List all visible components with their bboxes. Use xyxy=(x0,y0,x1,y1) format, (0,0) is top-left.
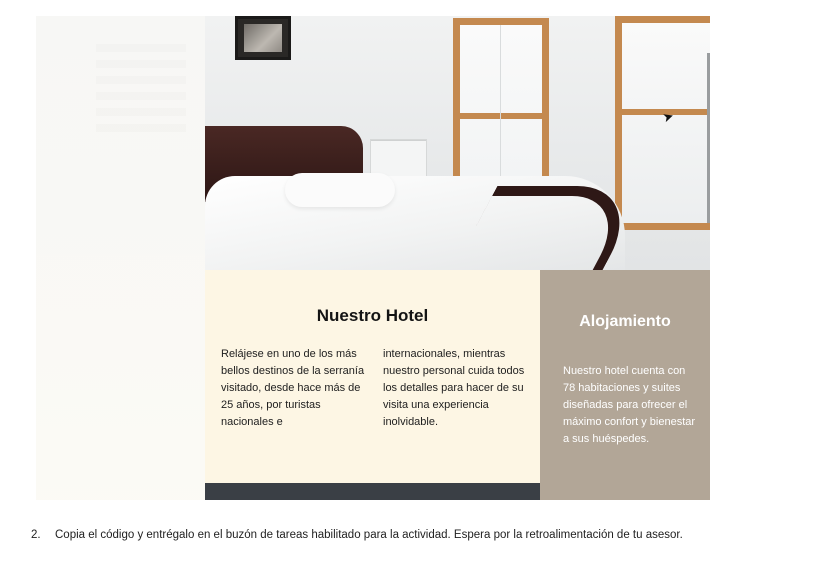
step-text: Copia el código y entrégalo en el buzón … xyxy=(55,529,683,541)
wall-picture-frame xyxy=(235,16,291,60)
bed-pillow xyxy=(285,173,395,207)
accommodation-text: Nuestro hotel cuenta con 78 habitaciones… xyxy=(563,365,696,445)
footer-strip xyxy=(205,483,540,500)
accommodation-title: Alojamiento xyxy=(579,313,671,330)
hotel-title: Nuestro Hotel xyxy=(316,306,429,325)
room-window-right xyxy=(615,16,710,230)
faded-background-panel xyxy=(36,16,206,500)
faded-text-ghost xyxy=(96,44,186,134)
instruction-step: 2. Copia el código y entrégalo en el buzó… xyxy=(31,529,683,541)
hotel-room-photo: ➤ xyxy=(205,16,710,270)
hotel-text-column-1: Relájese en uno de los más bellos destin… xyxy=(221,348,365,428)
step-number: 2. xyxy=(31,529,41,541)
hotel-text-column-2: internacionales, mientras nuestro person… xyxy=(383,348,525,428)
